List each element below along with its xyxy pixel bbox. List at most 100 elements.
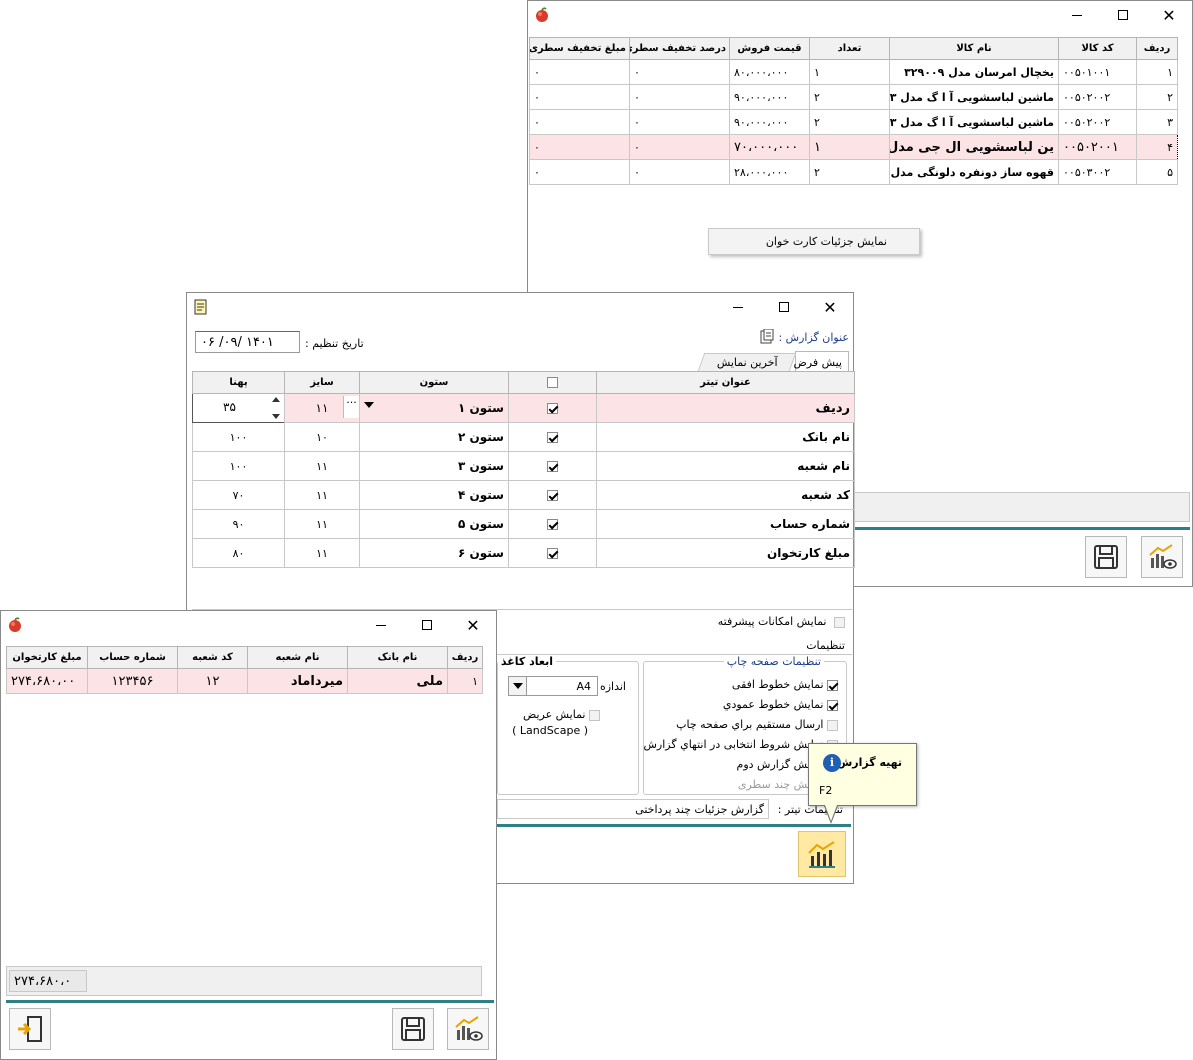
cell-column-title[interactable]: ردیف [596, 393, 855, 423]
col-header[interactable]: مبلغ تخفیف سطری [529, 37, 630, 60]
table-row[interactable]: ۵ ۰۰۵۰۳۰۰۲ قهوه ساز دونفره دلونگی مدل ۵۰… [529, 159, 1178, 185]
cell-column-title[interactable]: شماره حساب [596, 509, 855, 539]
prepare-report-button[interactable] [798, 831, 846, 877]
tab-default[interactable]: پیش فرض [793, 351, 849, 371]
cell-column-select[interactable]: ستون ۱ [359, 393, 509, 423]
close-button[interactable]: ✕ [450, 611, 496, 639]
advanced-options-checkbox[interactable] [834, 616, 845, 628]
col-header[interactable]: کد شعبه [177, 646, 248, 669]
cell-column-title[interactable]: کد شعبه [596, 480, 855, 510]
cell-size[interactable]: ۱۱ ··· [284, 393, 360, 423]
cell-column-title[interactable]: نام شعبه [596, 451, 855, 481]
col-header[interactable]: ردیف [447, 646, 483, 669]
cell-visible[interactable] [508, 480, 597, 510]
cell-size[interactable]: ۱۱ [284, 480, 360, 510]
close-button[interactable]: ✕ [807, 293, 853, 321]
spin-up-icon[interactable] [272, 397, 280, 402]
cell-width[interactable]: ۱۰۰ [192, 451, 285, 481]
table-row[interactable]: نام شعبه ستون ۳ ۱۱ ۱۰۰ [192, 451, 855, 481]
cell-width[interactable]: ۸۰ [192, 538, 285, 568]
cell-column-select[interactable]: ستون ۶ [359, 538, 509, 568]
cell-width[interactable]: ۷۰ [192, 480, 285, 510]
tab-last-view[interactable]: آخرین نمایش [697, 353, 797, 371]
context-menu-item-card-reader-details[interactable]: نمایش جزئیات کارت خوان [766, 235, 887, 248]
cell-width-spinner[interactable]: ۳۵ [192, 393, 285, 423]
col-header-title[interactable]: عنوان تیتر [596, 371, 855, 394]
save-button[interactable] [1085, 536, 1127, 578]
maximize-button[interactable] [761, 293, 807, 321]
cell-visible[interactable] [508, 422, 597, 452]
cell-size[interactable]: ۱۱ [284, 451, 360, 481]
cell-size[interactable]: ۱۱ [284, 538, 360, 568]
cell-column-select[interactable]: ستون ۲ [359, 422, 509, 452]
col-header-width[interactable]: پهنا [192, 371, 285, 394]
table-row[interactable]: مبلغ کارتخوان ستون ۶ ۱۱ ۸۰ [192, 538, 855, 568]
cell-visible[interactable] [508, 538, 597, 568]
cell-width[interactable]: ۱۰۰ [192, 422, 285, 452]
select-all-checkbox[interactable] [547, 376, 558, 388]
col-header[interactable]: نام بانک [347, 646, 448, 669]
ellipsis-button[interactable]: ··· [343, 396, 359, 418]
preview-report-button[interactable] [1141, 536, 1183, 578]
col-header[interactable]: تعداد [809, 37, 890, 60]
date-input[interactable]: ۱۴۰۱ /۰۹/ ۰۶ [195, 331, 300, 353]
col-header[interactable]: درصد تخفیف سطری [629, 37, 730, 60]
cell-size[interactable]: ۱۱ [284, 509, 360, 539]
col-header[interactable]: ردیف [1136, 37, 1178, 60]
visible-checkbox[interactable] [547, 490, 558, 501]
settings-tab[interactable]: تنظیمات [806, 639, 845, 652]
advanced-options-toggle[interactable]: نمایش امکانات پیشرفته [718, 615, 845, 628]
visible-checkbox[interactable] [547, 548, 558, 559]
vertical-lines-checkbox[interactable] [827, 699, 838, 711]
table-row[interactable]: ۱ ۰۰۵۰۱۰۰۱ یخچال امرسان مدل ۳۲۹۰۰۹ ۱ ۸۰،… [529, 59, 1178, 85]
visible-checkbox[interactable] [547, 461, 558, 472]
cell-width[interactable]: ۹۰ [192, 509, 285, 539]
table-row-selected[interactable]: ردیف ستون ۱ ۱۱ ··· ۳۵ [192, 393, 855, 423]
col-header[interactable]: کد کالا [1058, 37, 1137, 60]
col-header[interactable]: مبلغ کارتخوان [6, 646, 88, 669]
dropdown-arrow-icon[interactable] [364, 402, 374, 408]
col-header[interactable]: نام شعبه [247, 646, 348, 669]
exit-button[interactable] [9, 1008, 51, 1050]
visible-checkbox[interactable] [547, 403, 558, 414]
col-header-size[interactable]: سایز [284, 371, 360, 394]
visible-checkbox[interactable] [547, 432, 558, 443]
title-settings-field[interactable]: گزارش جزئیات چند پرداختی [497, 799, 769, 819]
table-row[interactable]: ۲ ۰۰۵۰۲۰۰۲ ماشین لباسشویی آ ا گ مدل ۵۰۰۴… [529, 84, 1178, 110]
option-direct-print[interactable]: ارسال مستقیم براي صفحه چاپ [676, 718, 838, 731]
save-button[interactable] [392, 1008, 434, 1050]
cell-column-title[interactable]: نام بانک [596, 422, 855, 452]
spin-down-icon[interactable] [272, 414, 280, 419]
landscape-checkbox[interactable] [589, 709, 600, 721]
close-button[interactable]: ✕ [1146, 1, 1192, 29]
minimize-button[interactable] [1054, 1, 1100, 29]
minimize-button[interactable] [358, 611, 404, 639]
visible-checkbox[interactable] [547, 519, 558, 530]
col-header-checkbox[interactable] [508, 371, 597, 394]
cell-size[interactable]: ۱۰ [284, 422, 360, 452]
cell-visible[interactable] [508, 509, 597, 539]
col-header[interactable]: نام کالا [889, 37, 1059, 60]
table-row[interactable]: شماره حساب ستون ۵ ۱۱ ۹۰ [192, 509, 855, 539]
table-row-selected[interactable]: ۱ ملی میرداماد ۱۲ ۱۲۳۴۵۶ ۲۷۴،۶۸۰،۰۰ [6, 668, 483, 694]
table-row-selected[interactable]: ۴ ۰۰۵۰۲۰۰۱ ین لباسشویی ال جی مدل ۱۲۳ ۱ ۷… [529, 134, 1178, 160]
option-horizontal-lines[interactable]: نمایش خطوط افقی [732, 678, 838, 691]
maximize-button[interactable] [404, 611, 450, 639]
col-header[interactable]: شماره حساب [87, 646, 178, 669]
dropdown-button[interactable] [509, 677, 527, 695]
option-vertical-lines[interactable]: نمایش خطوط عمودي [723, 698, 838, 711]
cell-column-select[interactable]: ستون ۵ [359, 509, 509, 539]
cell-visible[interactable] [508, 393, 597, 423]
col-header[interactable]: قیمت فروش [729, 37, 810, 60]
table-row[interactable]: ۳ ۰۰۵۰۲۰۰۲ ماشین لباسشویی آ ا گ مدل ۵۰۰۴… [529, 109, 1178, 135]
cell-column-select[interactable]: ستون ۳ [359, 451, 509, 481]
table-row[interactable]: کد شعبه ستون ۴ ۱۱ ۷۰ [192, 480, 855, 510]
cell-column-title[interactable]: مبلغ کارتخوان [596, 538, 855, 568]
col-header-column[interactable]: ستون [359, 371, 509, 394]
preview-report-button[interactable] [447, 1008, 489, 1050]
direct-print-checkbox[interactable] [827, 719, 838, 731]
horizontal-lines-checkbox[interactable] [827, 679, 838, 691]
table-row[interactable]: نام بانک ستون ۲ ۱۰ ۱۰۰ [192, 422, 855, 452]
cell-column-select[interactable]: ستون ۴ [359, 480, 509, 510]
maximize-button[interactable] [1100, 1, 1146, 29]
